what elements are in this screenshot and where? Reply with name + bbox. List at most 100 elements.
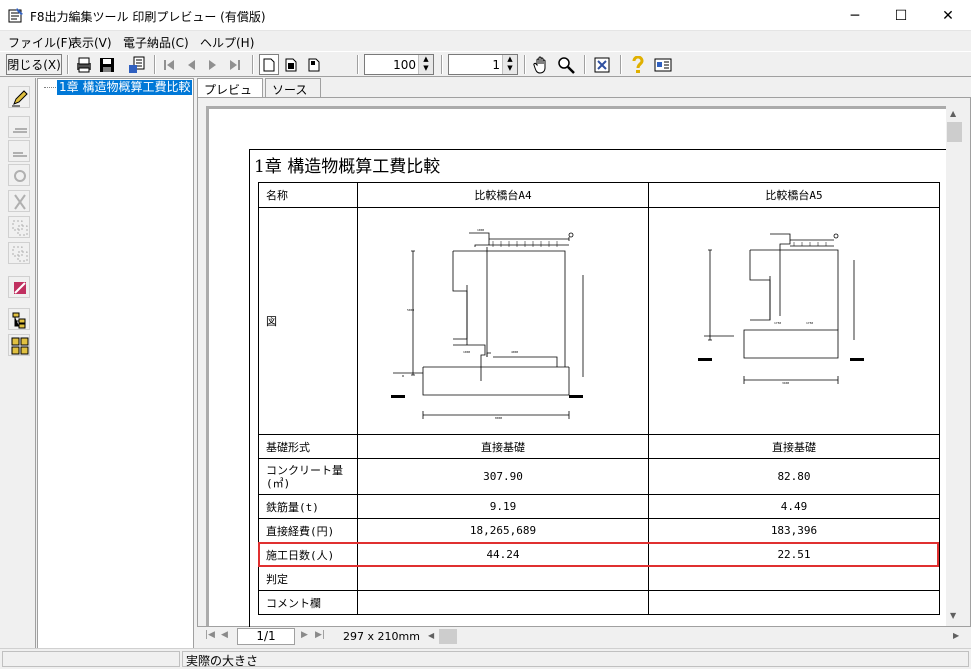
row-value-a5: 直接基礎 [648,434,940,459]
row-label: 判定 [258,566,358,591]
scroll-left-icon[interactable]: ◀ [428,631,434,640]
pager-prev-icon[interactable]: ◀ [221,630,228,640]
paper-size: 297 x 210mm [343,630,420,643]
row-value-a5 [648,566,940,591]
print-icon[interactable] [74,54,94,75]
menu-edelivery[interactable]: 電子納品(C) [123,34,189,51]
header-name: 名称 [258,182,358,208]
status-cell-empty [2,651,180,667]
svg-text:8000: 8000 [495,416,502,420]
multi-page-icon[interactable] [305,54,325,75]
svg-text:1000: 1000 [477,228,484,232]
rotate-icon[interactable] [8,164,30,186]
drawing-a5: 1750 1750 3400 [648,207,940,435]
minimize-button[interactable]: ─ [832,0,878,31]
about-icon[interactable] [652,54,674,75]
menu-bar: ファイル(F) 表示(V) 電子納品(C) ヘルプ(H) [0,31,971,51]
menu-view[interactable]: 表示(V) [70,34,112,51]
vertical-scrollbar[interactable]: ▲ ▼ [946,105,963,625]
row-value-a4: 直接基礎 [357,434,649,459]
prev-page-icon[interactable] [182,54,200,75]
row-value-a4: 307.90 [357,458,649,495]
row-value-a4: 9.19 [357,494,649,519]
zoom-icon[interactable] [556,54,576,75]
svg-text:4000: 4000 [511,350,518,354]
edit-pen-icon[interactable] [8,86,30,108]
copy-icon[interactable] [8,216,30,238]
tab-source[interactable]: ソース [265,78,321,98]
eraser-icon[interactable] [8,276,30,298]
row-value-a4: 18,265,689 [357,518,649,543]
row-label: 鉄筋量(t) [258,494,358,519]
row-value-a5: 82.80 [648,458,940,495]
figure-label: 図 [258,207,358,435]
page-spinner[interactable]: 1 ▲ ▼ [448,54,518,75]
maximize-button[interactable]: ☐ [878,0,924,31]
last-page-icon[interactable] [226,54,244,75]
svg-text:1750: 1750 [774,321,781,325]
pager-last-icon[interactable]: ▶| [315,630,325,640]
svg-text:5000: 5000 [407,308,414,312]
cut-icon[interactable] [8,190,30,212]
row-value-a5 [648,590,940,615]
pager-page-input[interactable]: 1/1 [237,628,295,645]
menu-file[interactable]: ファイル(F) [8,34,72,51]
row-value-a5: 4.49 [648,494,940,519]
help-icon[interactable] [628,54,648,75]
align-right-icon[interactable] [8,140,30,162]
zoom-value: 100 [393,58,416,72]
title-bar: F8出力編集ツール 印刷プレビュー (有償版) ─ ☐ ✕ [0,0,971,31]
header-a4: 比較橋台A4 [357,182,649,208]
pager-next-icon[interactable]: ▶ [301,630,308,640]
two-page-icon[interactable] [282,54,302,75]
window-title: F8出力編集ツール 印刷プレビュー (有償版) [30,10,266,24]
abutment-a5-drawing: 1750 1750 3400 [698,233,864,385]
page-value: 1 [492,58,500,72]
scroll-down-icon[interactable]: ▼ [950,611,956,620]
horizontal-scrollbar[interactable]: ◀ ▶ [425,628,965,645]
row-value-a5: 183,396 [648,518,940,543]
row-label: コメント欄 [258,590,358,615]
svg-text:1750: 1750 [806,321,813,325]
header-a5: 比較橋台A5 [648,182,940,208]
row-label: 直接経費(円) [258,518,358,543]
status-bar: 実際の大きさ [0,648,971,668]
scroll-right-icon[interactable]: ▶ [953,631,959,640]
save-icon[interactable] [97,54,117,75]
toolbar: 閉じる(X) 100 ▲ ▼ 1 ▲ ▼ [0,51,971,77]
paste-icon[interactable] [8,242,30,264]
tree-item-chapter1[interactable]: 1章 構造物概算工費比較 [57,80,193,95]
tree-icon[interactable] [8,308,30,330]
pager-first-icon[interactable]: |◀ [205,630,215,640]
highlight-box [258,542,939,567]
svg-text:1000: 1000 [463,350,470,354]
next-page-icon[interactable] [204,54,222,75]
zoom-spin-arrows-icon[interactable]: ▲ ▼ [418,55,433,74]
export-icon[interactable] [126,54,148,75]
drawing-a4: 1000 4000 1000 8000 5000 [357,207,649,435]
row-value-a4 [357,566,649,591]
left-toolbar [0,78,36,650]
hand-icon[interactable] [532,54,552,75]
hscroll-thumb[interactable] [439,629,457,644]
tab-preview[interactable]: プレビュー [197,78,263,114]
status-text: 実際の大きさ [182,651,969,668]
page-spin-arrows-icon[interactable]: ▲ ▼ [502,55,517,74]
close-button[interactable]: 閉じる(X) [6,54,62,75]
single-page-icon[interactable] [259,54,279,75]
first-page-icon[interactable] [160,54,178,75]
zoom-spinner[interactable]: 100 ▲ ▼ [364,54,434,75]
app-icon [8,8,23,23]
align-left-icon[interactable] [8,116,30,138]
fit-page-icon[interactable] [592,54,612,75]
abutment-a4-drawing: 1000 4000 1000 8000 5000 [391,228,584,420]
close-window-button[interactable]: ✕ [925,0,971,31]
scroll-thumb[interactable] [947,122,962,142]
document-title: 1章 構造物概算工費比較 [254,157,441,177]
grid-icon[interactable] [8,334,30,356]
scroll-up-icon[interactable]: ▲ [950,109,956,118]
menu-help[interactable]: ヘルプ(H) [200,34,254,51]
row-label: コンクリート量(㎥) [258,458,358,495]
document-tree: 1章 構造物概算工費比較 [37,78,194,650]
pager-bar: |◀ ◀ 1/1 ▶ ▶| 297 x 210mm ◀ ▶ [197,627,971,647]
